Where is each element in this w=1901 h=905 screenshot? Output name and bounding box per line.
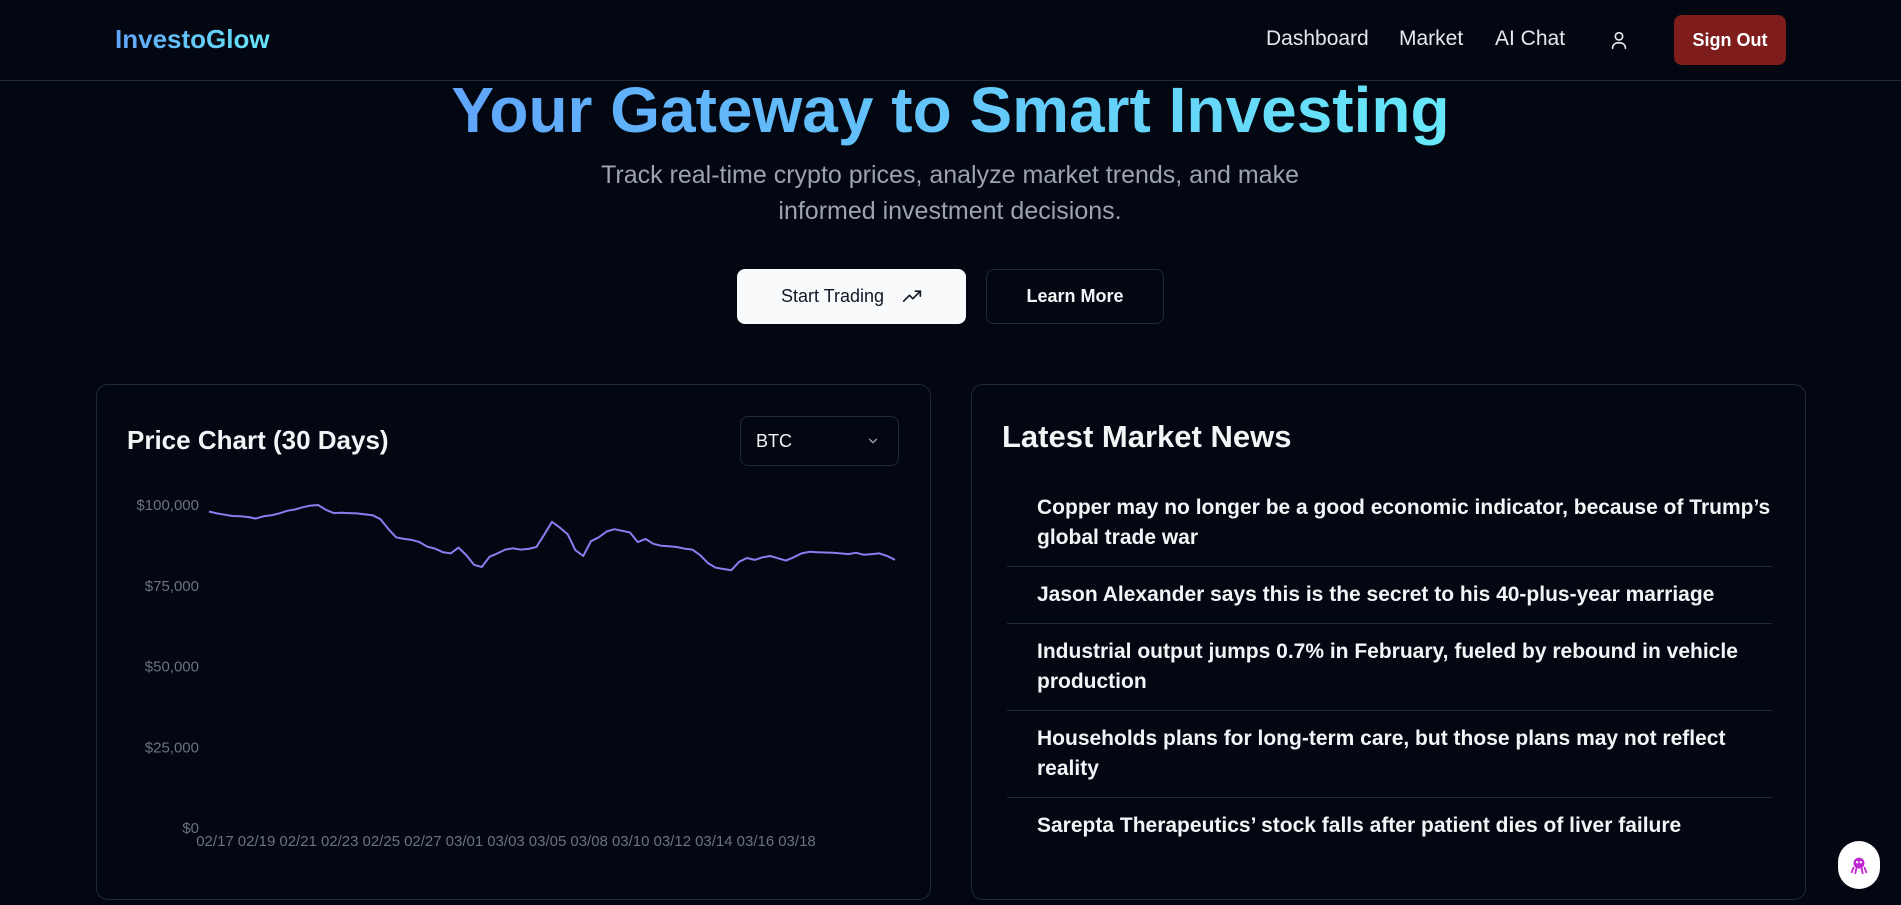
nav-link-ai-chat[interactable]: AI Chat [1495,27,1565,51]
y-tick-label: $25,000 [145,739,199,756]
price-chart-card: Price Chart (30 Days) BTC $0 $25,000 $50,0… [96,384,931,900]
user-icon[interactable] [1608,29,1630,51]
market-news-card: Latest Market News Copper may no longer … [971,384,1806,900]
x-tick-label: 03/08 [570,833,608,850]
trending-up-icon [902,289,922,302]
x-tick-label: 02/19 [238,833,276,850]
x-tick-label: 03/18 [778,833,816,850]
x-tick-label: 02/17 [196,833,234,850]
x-tick-label: 03/14 [695,833,733,850]
news-item[interactable]: Households plans for long-term care, but… [1007,711,1772,798]
navbar: InvestoGlow Dashboard Market AI Chat Sig… [0,0,1901,81]
start-trading-button[interactable]: Start Trading [737,269,966,324]
x-tick-label: 03/10 [612,833,650,850]
news-item[interactable]: Industrial output jumps 0.7% in February… [1007,624,1772,711]
news-item[interactable]: Copper may no longer be a good economic … [1007,480,1772,567]
learn-more-button[interactable]: Learn More [986,269,1164,324]
x-tick-label: 02/25 [363,833,401,850]
y-tick-label: $100,000 [136,497,199,514]
y-tick-label: $75,000 [145,578,199,595]
x-tick-label: 02/27 [404,833,442,850]
start-trading-label: Start Trading [780,286,885,306]
news-title: Latest Market News [1002,419,1292,454]
brand-logo[interactable]: InvestoGlow [115,24,270,55]
hero-subtitle: Track real-time crypto prices, analyze m… [601,161,1299,225]
price-series-line [208,504,896,572]
news-item[interactable]: Jason Alexander says this is the secret … [1007,567,1772,624]
x-tick-label: 02/23 [321,833,359,850]
x-tick-label: 03/03 [487,833,525,850]
assistant-icon [1850,857,1868,875]
x-tick-label: 03/16 [737,833,775,850]
x-tick-label: 03/12 [654,833,692,850]
news-list: Copper may no longer be a good economic … [1007,480,1772,854]
x-tick-label: 03/01 [446,833,484,850]
nav-link-dashboard[interactable]: Dashboard [1266,27,1369,51]
news-item[interactable]: Sarepta Therapeutics’ stock falls after … [1007,798,1772,854]
nav-link-market[interactable]: Market [1399,27,1463,51]
x-tick-label: 02/21 [279,833,317,850]
x-tick-label: 03/05 [529,833,567,850]
sign-out-button[interactable]: Sign Out [1674,15,1786,65]
y-tick-label: $50,000 [145,659,199,676]
hero-title: Your Gateway to Smart Investing [451,74,1450,146]
price-line-chart: $0$25,000$50,000$75,000$100,00002/17 02/1… [136,497,896,850]
chat-assistant-button[interactable] [1838,841,1880,889]
